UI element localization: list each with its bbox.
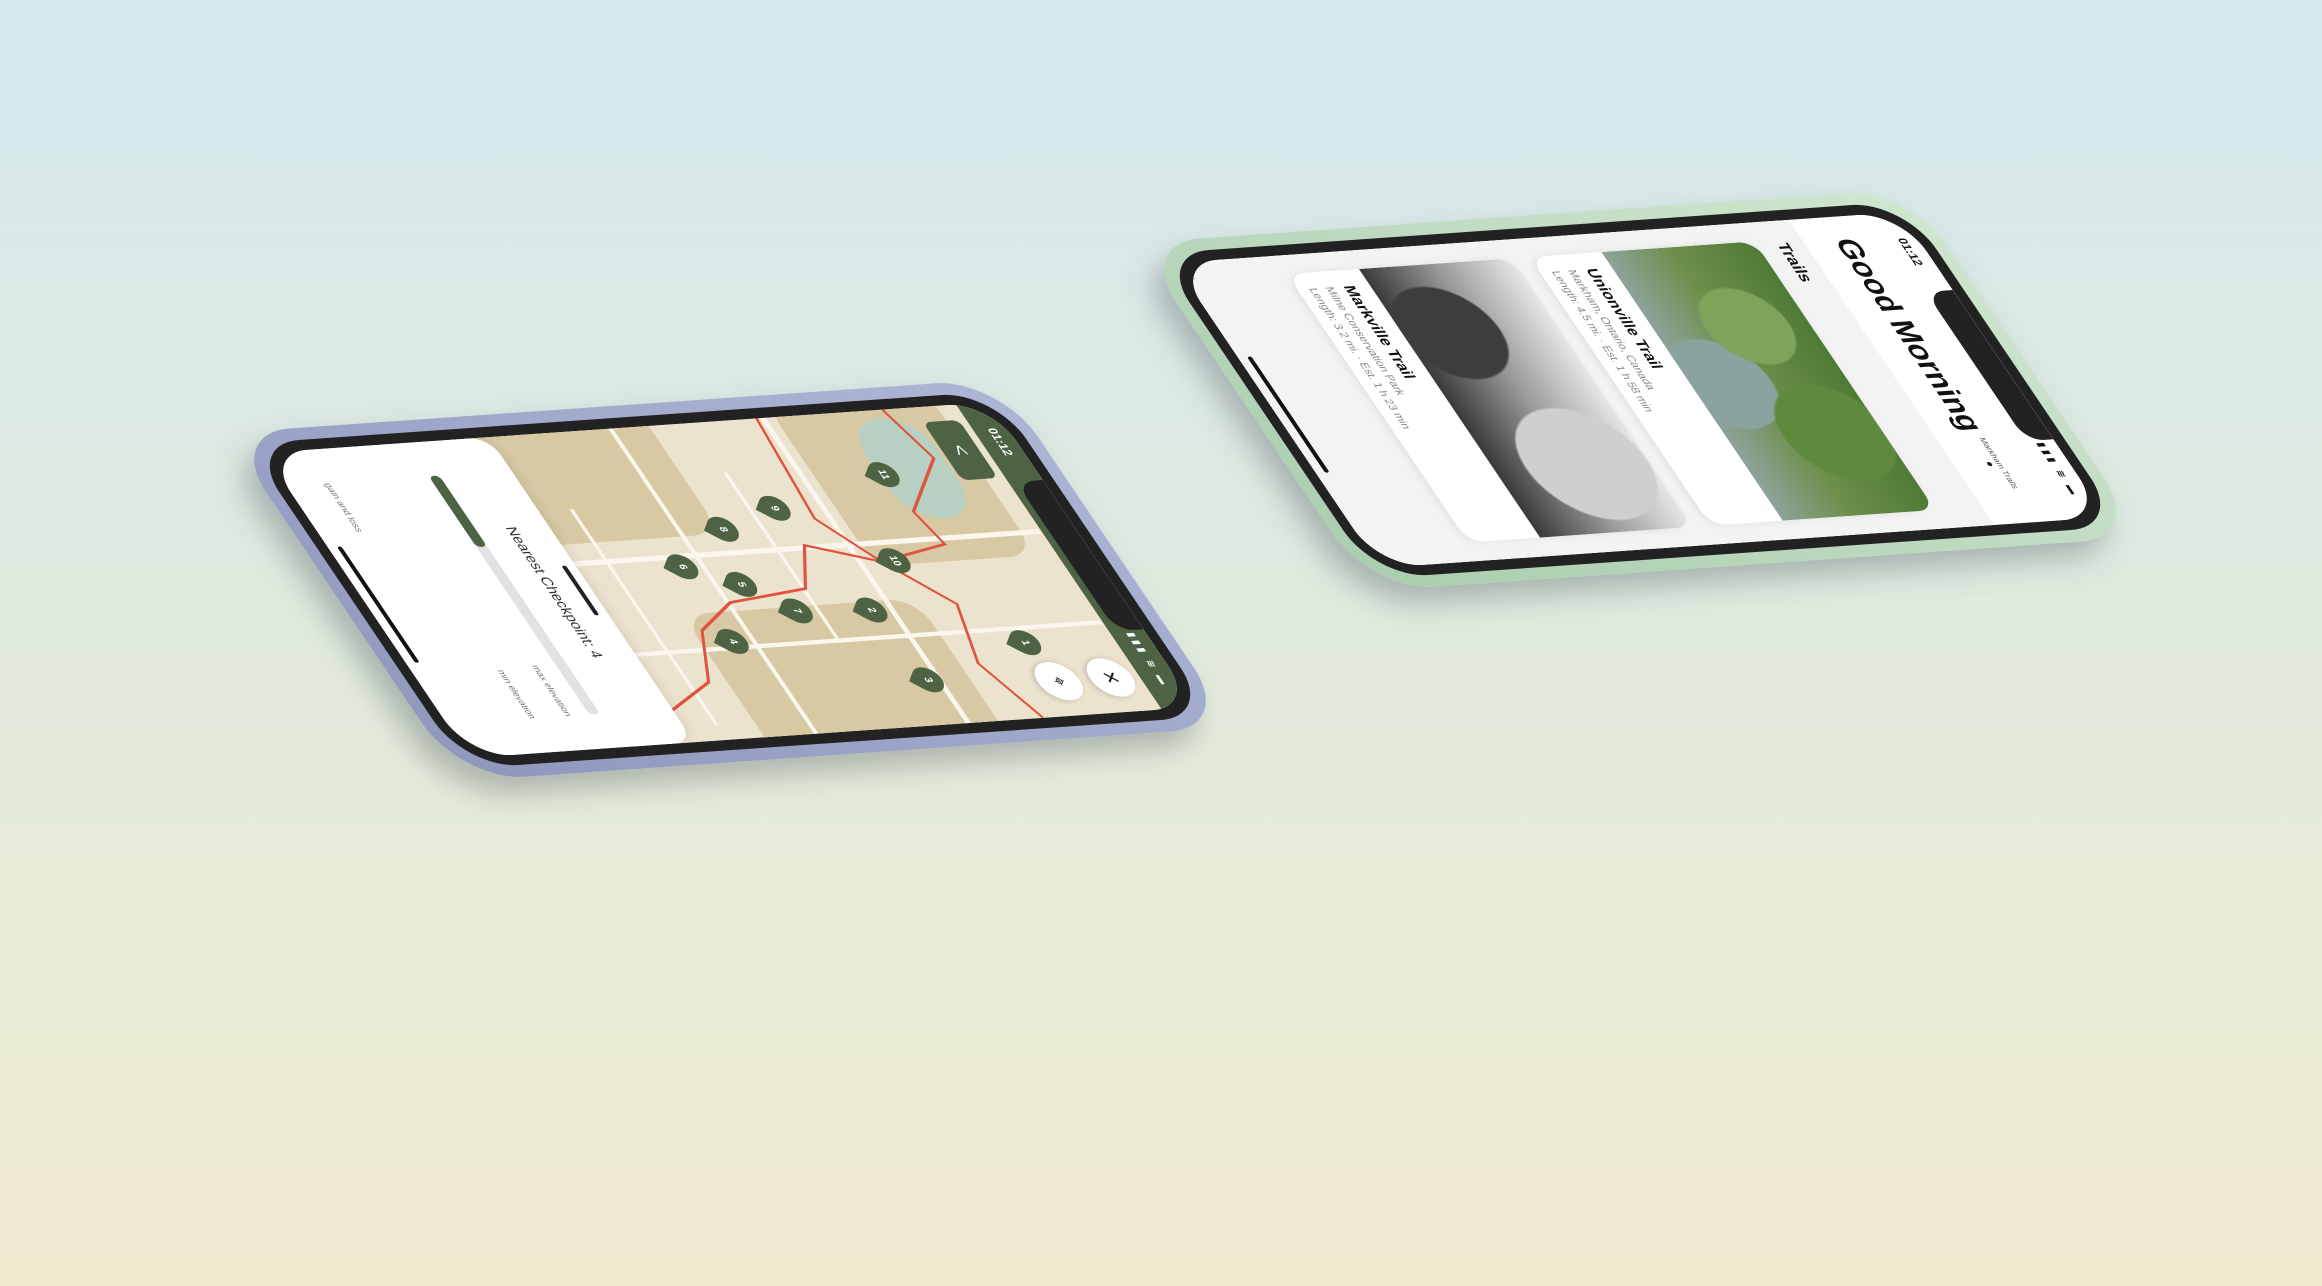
min-elevation-label: min elevation	[494, 669, 538, 720]
locate-icon: ⌖	[1046, 675, 1073, 687]
checkpoint-number: 8	[715, 526, 731, 533]
mockup-stage: 11 10 1 2 3 4 5 6 7 8 9 01:12 ▮▮▮ ≋ ▬ < …	[0, 0, 2322, 1286]
checkpoint-number: 1	[1018, 639, 1033, 646]
checkpoint-number: 6	[675, 563, 690, 570]
checkpoint-number: 4	[725, 638, 740, 645]
phone-map: 11 10 1 2 3 4 5 6 7 8 9 01:12 ▮▮▮ ≋ ▬ < …	[226, 378, 1234, 782]
checkpoint-number: 11	[875, 469, 893, 480]
map-screen: 11 10 1 2 3 4 5 6 7 8 9 01:12 ▮▮▮ ≋ ▬ < …	[264, 402, 1196, 758]
checkpoint-number: 7	[789, 607, 805, 614]
subtab-label: Markham Trails	[1977, 437, 2021, 490]
home-view: 01:12 ▮▮▮ ≋ ▬ Good Morning Markham Trail…	[1174, 212, 2106, 568]
phone-home: 01:12 ▮▮▮ ≋ ▬ Good Morning Markham Trail…	[1136, 188, 2144, 592]
gain-loss-label: gain and loss	[321, 482, 365, 533]
chevron-left-icon: <	[946, 444, 976, 457]
checkpoint-number: 3	[921, 676, 936, 683]
checkpoint-number: 5	[734, 581, 749, 588]
checkpoint-number: 2	[864, 607, 879, 613]
close-icon: ✕	[1095, 669, 1126, 686]
home-screen: 01:12 ▮▮▮ ≋ ▬ Good Morning Markham Trail…	[1174, 212, 2106, 568]
page-indicator-dot	[1985, 461, 1994, 467]
checkpoint-number: 10	[885, 555, 904, 567]
checkpoint-number: 9	[767, 505, 782, 512]
subtab-markham-trails[interactable]: Markham Trails	[1970, 437, 2021, 490]
